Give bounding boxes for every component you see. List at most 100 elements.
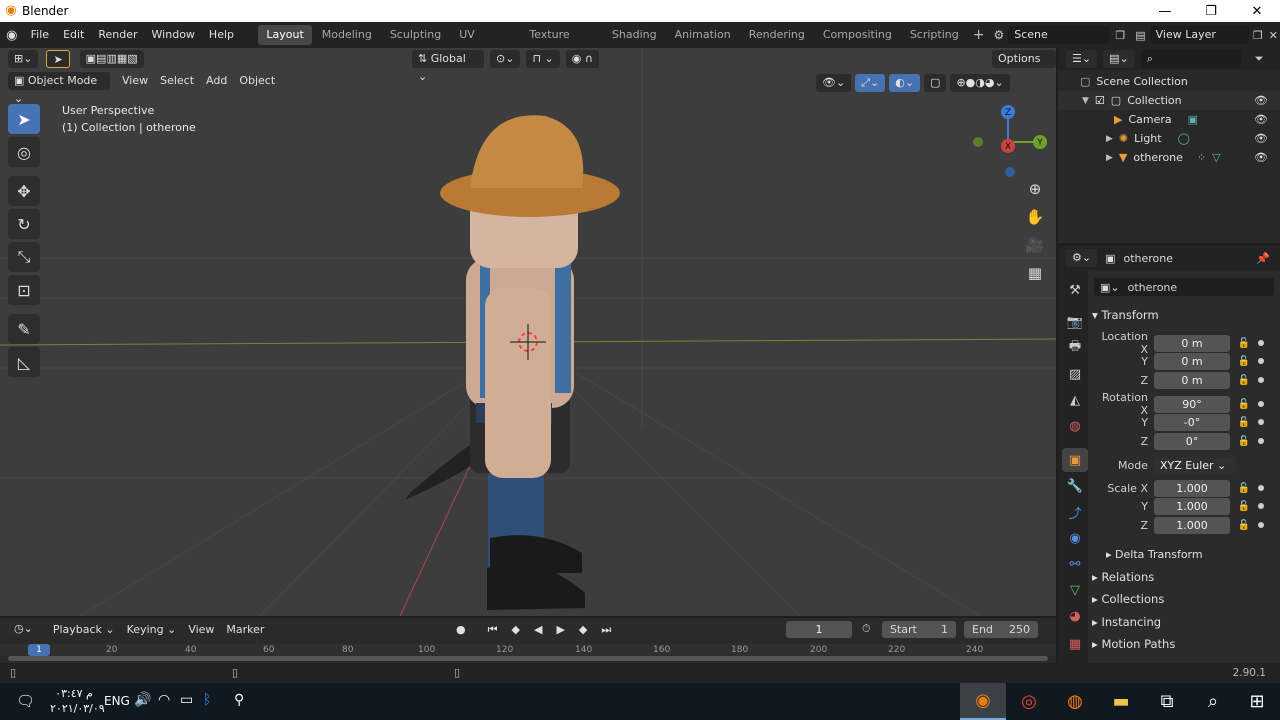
copy-scene-icon[interactable]: ❐ bbox=[1109, 29, 1131, 42]
clock[interactable]: م ٠٣:٤٧ ٢٠٢١/٠٣/٠٩ bbox=[50, 686, 105, 716]
blender-menu-icon[interactable]: ◉ bbox=[0, 28, 24, 43]
keyframe-dot[interactable] bbox=[1258, 438, 1264, 444]
close-view-layer-icon[interactable]: ✕ bbox=[1267, 29, 1280, 42]
rotate-tool-icon[interactable]: ↻ bbox=[8, 209, 40, 239]
playhead[interactable]: 1 bbox=[28, 644, 50, 656]
maximize-button[interactable]: ❐ bbox=[1188, 0, 1234, 22]
rotation-z-field[interactable]: 0° bbox=[1154, 432, 1230, 450]
taskbar-task-view-icon[interactable]: ⧉ bbox=[1144, 683, 1190, 720]
scene-tab-icon[interactable]: ◭ bbox=[1062, 388, 1088, 412]
add-workspace-icon[interactable]: + bbox=[968, 27, 990, 43]
modifier-tab-icon[interactable]: 🔧 bbox=[1062, 474, 1088, 498]
lock-icon[interactable]: 🔓 bbox=[1236, 338, 1252, 349]
tab-rendering[interactable]: Rendering bbox=[741, 25, 813, 45]
transform-tool-icon[interactable]: ⊡ bbox=[8, 275, 40, 305]
menu-marker[interactable]: Marker bbox=[220, 623, 270, 636]
menu-select[interactable]: Select bbox=[154, 72, 200, 90]
pin-icon[interactable]: 📌 bbox=[1256, 252, 1270, 265]
tab-uv-editing[interactable]: UV Editing bbox=[451, 25, 519, 61]
delta-transform-subpanel[interactable]: ▸ Delta Transform bbox=[1106, 544, 1280, 566]
instancing-panel[interactable]: ▸ Instancing bbox=[1092, 611, 1280, 633]
lock-icon[interactable]: 🔓 bbox=[1236, 399, 1252, 410]
editor-type-icon[interactable]: ⊞⌄ bbox=[8, 50, 39, 68]
transform-panel-title[interactable]: ▾ Transform bbox=[1092, 304, 1280, 326]
material-tab-icon[interactable]: ◕ bbox=[1062, 604, 1088, 628]
camera-visibility-icon[interactable]: 👁 bbox=[1254, 113, 1268, 126]
lock-icon[interactable]: 🔓 bbox=[1236, 417, 1252, 428]
physics-tab-icon[interactable]: ◉ bbox=[1062, 526, 1088, 550]
jump-end-icon[interactable]: ⏭ bbox=[595, 621, 618, 639]
tab-scripting[interactable]: Scripting bbox=[902, 25, 967, 45]
orientation-dropdown[interactable]: ⇅ Global ⌄ bbox=[412, 50, 484, 83]
jump-start-icon[interactable]: ⏮ bbox=[481, 621, 504, 639]
outliner-search-input[interactable]: ⌕ bbox=[1140, 50, 1241, 68]
tab-modeling[interactable]: Modeling bbox=[314, 25, 380, 45]
menu-timeline-view[interactable]: View bbox=[182, 623, 220, 636]
pan-hand-icon[interactable]: ✋ bbox=[1022, 208, 1048, 236]
expand-arrow-icon[interactable]: ▼ bbox=[1082, 96, 1089, 106]
mode-dropdown[interactable]: ▣ Object Mode ⌄ bbox=[8, 72, 110, 105]
scene-icon[interactable]: ⚙ bbox=[989, 28, 1008, 42]
record-icon[interactable]: ● bbox=[450, 621, 472, 639]
timeline-scrollbar[interactable] bbox=[8, 656, 1048, 661]
particles-tab-icon[interactable]: ⤴ bbox=[1062, 500, 1088, 524]
tool-tab-icon[interactable]: ⚒ bbox=[1062, 278, 1088, 302]
close-window-button[interactable]: ✕ bbox=[1234, 0, 1280, 22]
overlay-icon[interactable]: ◐⌄ bbox=[889, 74, 921, 92]
menu-file[interactable]: File bbox=[24, 22, 56, 48]
move-tool-icon[interactable]: ✥ bbox=[8, 176, 40, 206]
keyframe-dot[interactable] bbox=[1258, 503, 1264, 509]
scale-tool-icon[interactable]: ⤡ bbox=[8, 242, 40, 272]
menu-playback[interactable]: Playback ⌄ bbox=[47, 623, 121, 636]
tab-layout[interactable]: Layout bbox=[258, 25, 312, 45]
scale-z-field[interactable]: 1.000 bbox=[1154, 516, 1230, 534]
snap-icon[interactable]: ⊓ ⌄ bbox=[526, 50, 560, 68]
3d-viewport[interactable]: ▣ Object Mode ⌄ View Select Add Object ⊞… bbox=[0, 48, 1056, 616]
properties-editor-icon[interactable]: ⚙⌄ bbox=[1066, 249, 1098, 267]
language-indicator[interactable]: ENG bbox=[104, 694, 130, 708]
rotation-y-field[interactable]: -0° bbox=[1154, 413, 1230, 431]
select-tool-icon[interactable]: ➤ bbox=[46, 50, 70, 68]
menu-object[interactable]: Object bbox=[233, 72, 281, 90]
collection-row[interactable]: ▼ ☑ ▢ Collection 👁 bbox=[1058, 91, 1280, 110]
play-reverse-icon[interactable]: ◀ bbox=[527, 621, 549, 639]
select-box-icon[interactable]: ➤ bbox=[8, 104, 40, 134]
light-data-icon[interactable]: ◯ bbox=[1178, 132, 1190, 145]
view-layer-tab-icon[interactable]: ▨ bbox=[1062, 362, 1088, 386]
light-expand-icon[interactable]: ▶ bbox=[1106, 134, 1113, 144]
view-layer-field[interactable]: View Layer bbox=[1149, 26, 1249, 44]
visibility-icon[interactable]: 👁⌄ bbox=[816, 74, 852, 92]
end-frame-field[interactable]: End 250 bbox=[964, 621, 1038, 638]
collection-visibility-icon[interactable]: 👁 bbox=[1254, 94, 1268, 107]
outliner-item-light[interactable]: ▶ ✺ Light ◯ 👁 bbox=[1058, 129, 1280, 148]
otherone-expand-icon[interactable]: ▶ bbox=[1106, 153, 1113, 163]
render-tab-icon[interactable]: 📷 bbox=[1062, 310, 1088, 334]
timeline-editor-icon[interactable]: ◷⌄ bbox=[8, 620, 39, 638]
copy-view-layer-icon[interactable]: ❐ bbox=[1249, 29, 1267, 42]
view-layer-icon[interactable]: ▤ bbox=[1131, 29, 1149, 42]
rotation-x-field[interactable]: 90° bbox=[1154, 395, 1230, 413]
select-mode-icons[interactable]: ▣▤▥▦▧ bbox=[79, 50, 144, 68]
object-name-field[interactable]: ▣⌄ otherone bbox=[1094, 278, 1274, 296]
bluetooth-icon[interactable]: ᛒ bbox=[203, 692, 211, 708]
menu-window[interactable]: Window bbox=[145, 22, 202, 48]
tab-animation[interactable]: Animation bbox=[667, 25, 739, 45]
lock-icon[interactable]: 🔓 bbox=[1236, 356, 1252, 367]
options-dropdown[interactable]: Options ⌄ bbox=[992, 50, 1056, 83]
menu-edit[interactable]: Edit bbox=[56, 22, 91, 48]
outliner-item-otherone[interactable]: ▶ ▼ otherone ⁘ ▽ 👁 bbox=[1058, 148, 1280, 167]
constraints-tab-icon[interactable]: ⚯ bbox=[1062, 552, 1088, 576]
object-tab-icon[interactable]: ▣ bbox=[1062, 448, 1088, 472]
xray-icon[interactable]: ▢ bbox=[924, 74, 947, 92]
modifier-icon[interactable]: ⁘ bbox=[1197, 151, 1206, 164]
rotation-mode-dropdown[interactable]: XYZ Euler ⌄ bbox=[1154, 456, 1236, 474]
scene-name-field[interactable]: Scene bbox=[1008, 26, 1110, 44]
pivot-icon[interactable]: ⊙⌄ bbox=[490, 50, 521, 68]
lock-icon[interactable]: 🔓 bbox=[1236, 501, 1252, 512]
collections-panel[interactable]: ▸ Collections bbox=[1092, 588, 1280, 610]
cursor-tool-icon[interactable]: ◎ bbox=[8, 137, 40, 167]
tab-shading[interactable]: Shading bbox=[604, 25, 665, 45]
preview-range-icon[interactable]: ⏱ bbox=[862, 622, 871, 636]
ortho-grid-icon[interactable]: ▦ bbox=[1022, 264, 1048, 292]
keyframe-dot[interactable] bbox=[1258, 419, 1264, 425]
